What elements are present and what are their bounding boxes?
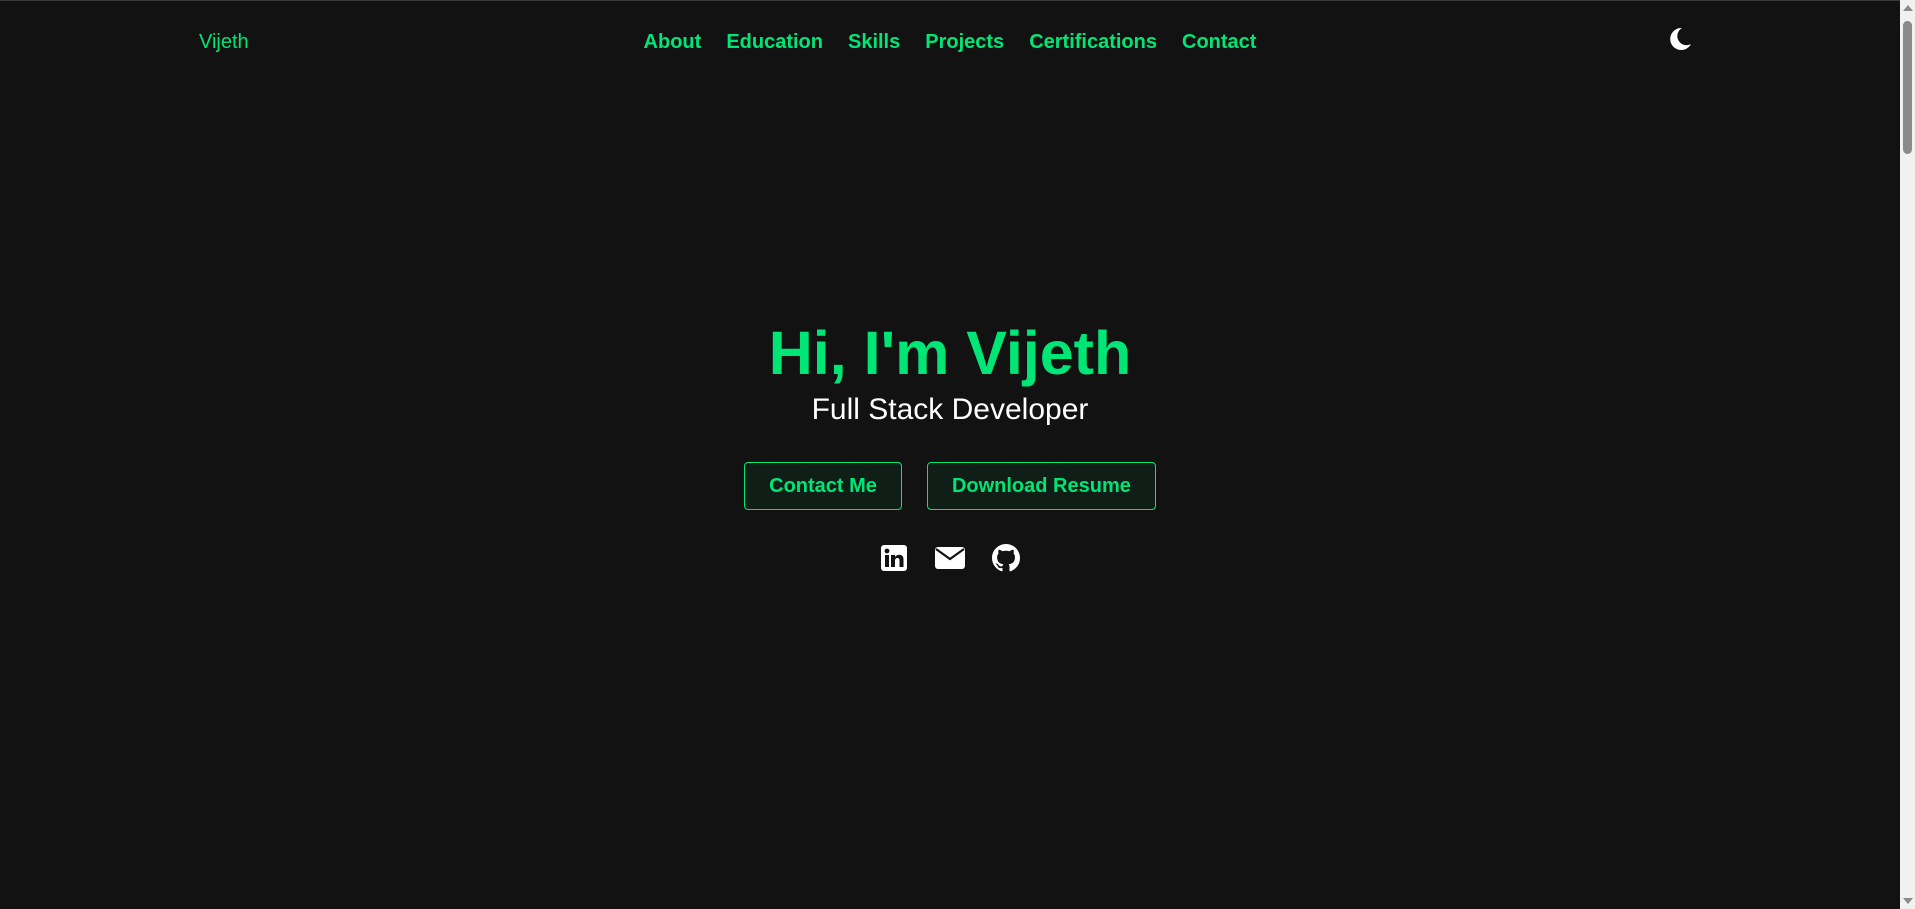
hero-buttons: Contact Me Download Resume <box>0 462 1900 510</box>
nav-projects[interactable]: Projects <box>925 30 1004 54</box>
moon-icon <box>1670 27 1691 50</box>
nav-skills[interactable]: Skills <box>848 30 900 54</box>
scrollbar-thumb[interactable] <box>1903 21 1912 154</box>
nav-contact[interactable]: Contact <box>1182 30 1256 54</box>
nav-education[interactable]: Education <box>726 30 823 54</box>
nav-about[interactable]: About <box>644 30 702 54</box>
linkedin-icon <box>881 545 907 571</box>
theme-toggle-button[interactable] <box>1668 26 1692 52</box>
github-link[interactable] <box>991 543 1021 573</box>
nav-certifications[interactable]: Certifications <box>1029 30 1157 54</box>
hero-subtitle: Full Stack Developer <box>811 393 1089 426</box>
download-resume-button[interactable]: Download Resume <box>926 462 1156 510</box>
social-links <box>0 543 1900 573</box>
contact-me-button[interactable]: Contact Me <box>744 462 902 510</box>
scroll-up-arrow-icon[interactable] <box>1903 5 1913 11</box>
top-border <box>0 0 1900 1</box>
main-nav: About Education Skills Projects Certific… <box>0 30 1900 54</box>
vertical-scrollbar[interactable] <box>1900 0 1915 909</box>
linkedin-link[interactable] <box>879 543 909 573</box>
hero-title: Hi, I'm Vijeth <box>768 319 1132 387</box>
portfolio-page: Vijeth About Education Skills Projects C… <box>0 0 1915 909</box>
github-icon <box>992 544 1020 572</box>
hero-section: Hi, I'm Vijeth Full Stack Developer Cont… <box>0 313 1900 573</box>
scroll-down-arrow-icon[interactable] <box>1903 898 1913 904</box>
envelope-icon <box>935 547 965 569</box>
email-link[interactable] <box>935 543 965 573</box>
